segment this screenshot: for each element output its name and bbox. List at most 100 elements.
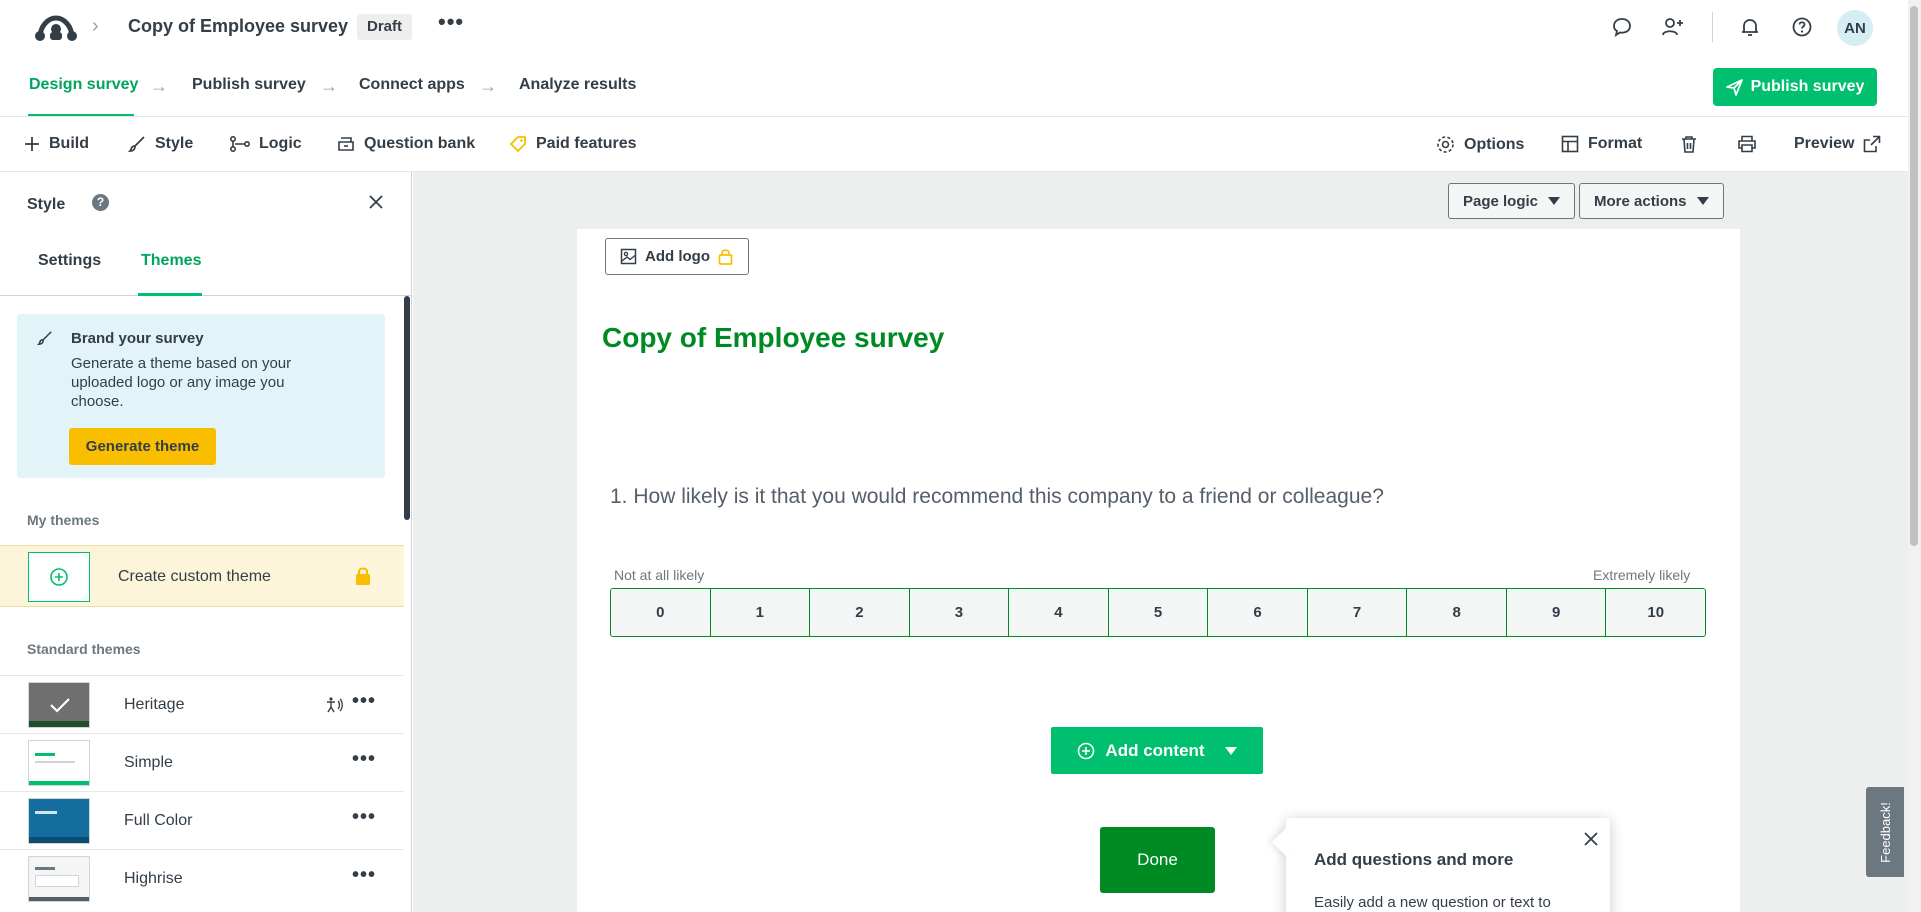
create-custom-theme-row[interactable]: Create custom theme (0, 545, 404, 607)
paid-features-label: Paid features (536, 135, 637, 152)
feedback-label: Feedback! (1877, 801, 1893, 863)
delete-button[interactable] (1680, 135, 1698, 154)
theme-row-simple[interactable]: Simple ••• (0, 733, 404, 791)
page-logic-button[interactable]: Page logic (1448, 183, 1576, 219)
add-content-button[interactable]: Add content (1051, 727, 1263, 774)
send-icon (1725, 78, 1743, 96)
survey-canvas: Page logic More actions Add logo Copy of… (413, 172, 1908, 912)
surveymonkey-logo-icon[interactable] (34, 12, 78, 42)
scale-option[interactable]: 3 (909, 589, 1010, 636)
brand-survey-card: Brand your survey Generate a theme based… (17, 314, 385, 478)
add-logo-button[interactable]: Add logo (605, 238, 749, 275)
image-icon (620, 248, 637, 265)
survey-title[interactable]: Copy of Employee survey (128, 16, 348, 37)
scale-option[interactable]: 10 (1606, 589, 1705, 636)
avatar[interactable]: AN (1837, 10, 1873, 46)
question-bank-icon (338, 137, 354, 151)
help-icon[interactable]: ? (92, 194, 109, 211)
add-questions-popover: Add questions and more Easily add a new … (1271, 818, 1610, 912)
paid-features-tool-button[interactable]: Paid features (509, 135, 636, 153)
theme-name: Heritage (124, 696, 185, 713)
question-title[interactable]: 1. How likely is it that you would recom… (610, 485, 1384, 509)
accessibility-icon (327, 697, 343, 713)
scale-option[interactable]: 2 (810, 589, 910, 636)
panel-title: Style (27, 196, 66, 213)
external-link-icon (1864, 135, 1881, 153)
status-badge: Draft (357, 14, 413, 40)
tabs-divider (0, 295, 411, 296)
build-tool-button[interactable]: Build (24, 135, 89, 153)
options-tool-button[interactable]: Options (1436, 135, 1524, 154)
question-bank-tool-button[interactable]: Question bank (337, 135, 475, 153)
scale-option[interactable]: 5 (1108, 589, 1209, 636)
theme-more-icon[interactable]: ••• (352, 806, 376, 829)
scale-option[interactable]: 1 (710, 589, 811, 636)
page-header: Page logic More actions (577, 172, 1740, 229)
close-icon[interactable] (1582, 830, 1600, 848)
step-publish-survey[interactable]: Publish survey (192, 76, 306, 94)
survey-heading[interactable]: Copy of Employee survey (602, 322, 944, 354)
style-tool-button[interactable]: Style (128, 135, 193, 153)
topbar-divider (1712, 12, 1713, 42)
theme-row-heritage[interactable]: Heritage ••• (0, 675, 404, 733)
feedback-tab[interactable]: Feedback! (1866, 787, 1904, 877)
generate-theme-button[interactable]: Generate theme (69, 428, 216, 465)
help-icon[interactable] (1789, 14, 1815, 40)
page-logic-label: Page logic (1463, 192, 1539, 210)
step-design-survey[interactable]: Design survey (29, 76, 138, 94)
trash-icon (1682, 136, 1696, 153)
gear-icon (1437, 136, 1454, 153)
theme-thumbnail (28, 740, 90, 786)
step-connect-apps[interactable]: Connect apps (359, 76, 465, 94)
add-user-icon[interactable] (1660, 14, 1686, 40)
lock-icon (718, 249, 733, 265)
step-arrow-icon: → (320, 76, 338, 96)
theme-more-icon[interactable]: ••• (352, 864, 376, 887)
lock-icon (356, 567, 370, 585)
logic-icon (230, 136, 250, 152)
build-label: Build (49, 135, 89, 152)
format-tool-button[interactable]: Format (1561, 135, 1642, 153)
logic-tool-button[interactable]: Logic (230, 135, 302, 153)
scale-option[interactable]: 9 (1506, 589, 1607, 636)
nps-scale: 0 1 2 3 4 5 6 7 8 9 10 (610, 588, 1706, 637)
tab-themes[interactable]: Themes (141, 252, 201, 270)
active-tab-underline (138, 293, 202, 296)
step-analyze-results[interactable]: Analyze results (519, 76, 636, 94)
publish-survey-button[interactable]: Publish survey (1713, 68, 1877, 106)
more-options-icon[interactable]: ••• (438, 11, 464, 33)
paintbrush-icon (37, 331, 52, 345)
theme-more-icon[interactable]: ••• (352, 748, 376, 771)
theme-thumbnail (28, 856, 90, 902)
theme-name: Simple (124, 754, 173, 771)
close-icon[interactable] (366, 192, 386, 212)
done-button[interactable]: Done (1100, 827, 1215, 893)
survey-page: Page logic More actions Add logo Copy of… (577, 172, 1740, 912)
comment-icon[interactable] (1609, 14, 1635, 40)
notification-bell-icon[interactable] (1737, 14, 1763, 40)
chevron-down-icon (1696, 197, 1709, 205)
scale-option[interactable]: 0 (611, 589, 711, 636)
tab-settings[interactable]: Settings (38, 252, 101, 270)
scale-option[interactable]: 4 (1009, 589, 1109, 636)
theme-thumbnail (28, 798, 90, 844)
theme-more-icon[interactable]: ••• (352, 690, 376, 713)
preview-button[interactable]: Preview (1794, 135, 1881, 153)
page-scrollbar-thumb[interactable] (1910, 6, 1918, 546)
options-label: Options (1464, 135, 1525, 153)
print-button[interactable] (1737, 135, 1757, 153)
more-actions-button[interactable]: More actions (1579, 183, 1724, 219)
scale-option[interactable]: 8 (1407, 589, 1507, 636)
theme-row-full-color[interactable]: Full Color ••• (0, 791, 404, 849)
printer-icon (1738, 135, 1756, 153)
scale-option[interactable]: 6 (1208, 589, 1308, 636)
brand-description: Generate a theme based on your uploaded … (71, 355, 292, 410)
layout-icon (1561, 135, 1579, 153)
theme-row-highrise[interactable]: Highrise ••• (0, 849, 404, 907)
preview-label: Preview (1794, 135, 1855, 152)
scale-option[interactable]: 7 (1307, 589, 1408, 636)
add-logo-label: Add logo (645, 248, 710, 265)
panel-scrollbar[interactable] (404, 296, 410, 520)
format-label: Format (1588, 135, 1643, 152)
breadcrumb-chevron-icon: › (92, 15, 99, 37)
